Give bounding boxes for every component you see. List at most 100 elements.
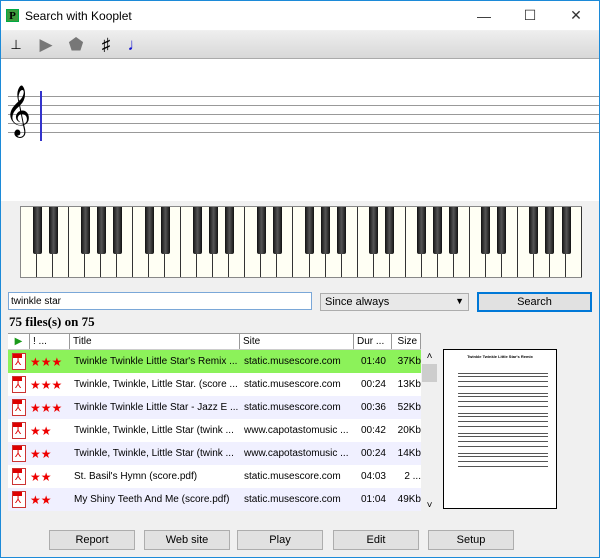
- sharp-icon[interactable]: ♯: [91, 32, 121, 58]
- column-duration[interactable]: Dur ...: [354, 333, 392, 349]
- results-scrollbar[interactable]: ˄ ˅: [422, 351, 437, 511]
- maximize-button[interactable]: ☐: [507, 1, 553, 30]
- black-key[interactable]: [561, 207, 571, 254]
- rating-stars: ★★: [30, 423, 52, 438]
- row-duration: 00:24: [360, 379, 386, 390]
- pdf-icon: [12, 399, 26, 416]
- results-count: 75 files(s) on 75: [9, 314, 95, 329]
- black-key[interactable]: [497, 207, 507, 254]
- row-title: St. Basil's Hymn (score.pdf): [74, 471, 198, 482]
- scroll-up-icon[interactable]: ˄: [422, 351, 437, 362]
- black-key[interactable]: [192, 207, 202, 254]
- scroll-down-icon[interactable]: ˅: [422, 500, 437, 511]
- app-icon: P: [6, 9, 19, 22]
- pdf-icon: [12, 445, 26, 462]
- black-key[interactable]: [321, 207, 331, 254]
- table-row[interactable]: ★★★ Twinkle, Twinkle, Little Star. (scor…: [8, 373, 421, 396]
- results-table: ▶ ! ... Title Site Dur ... Size ★★★ Twin…: [8, 333, 421, 511]
- black-key[interactable]: [80, 207, 90, 254]
- play-icon[interactable]: ▶: [31, 32, 61, 58]
- row-title: Twinkle, Twinkle, Little Star (twink ...: [74, 448, 234, 459]
- row-size: 13Kb: [397, 379, 421, 390]
- table-row[interactable]: ★★★ Twinkle Twinkle Little Star - Jazz E…: [8, 396, 421, 419]
- black-key[interactable]: [305, 207, 315, 254]
- black-key[interactable]: [337, 207, 347, 254]
- rating-stars: ★★★: [30, 400, 63, 415]
- black-key[interactable]: [144, 207, 154, 254]
- row-size: 14Kb: [397, 448, 421, 459]
- window-title: Search with Kooplet: [25, 8, 132, 23]
- column-size[interactable]: Size: [392, 333, 421, 349]
- column-site[interactable]: Site: [240, 333, 354, 349]
- row-title: My Shiny Teeth And Me (score.pdf): [74, 494, 230, 505]
- black-key[interactable]: [272, 207, 282, 254]
- black-key[interactable]: [224, 207, 234, 254]
- black-key[interactable]: [112, 207, 122, 254]
- black-key[interactable]: [545, 207, 555, 254]
- close-button[interactable]: ✕: [553, 1, 599, 30]
- black-key[interactable]: [369, 207, 379, 254]
- search-button[interactable]: Search: [477, 292, 592, 312]
- date-filter-value: Since always: [325, 296, 390, 308]
- row-duration: 01:04: [360, 494, 386, 505]
- black-key[interactable]: [433, 207, 443, 254]
- black-key[interactable]: [385, 207, 395, 254]
- staff-icon[interactable]: ⊥: [1, 32, 31, 58]
- row-site: static.musescore.com: [244, 471, 341, 482]
- table-row[interactable]: ★★ Twinkle, Twinkle, Little Star (twink …: [8, 419, 421, 442]
- row-size: 49Kb: [397, 494, 421, 505]
- column-title[interactable]: Title: [70, 333, 240, 349]
- black-key[interactable]: [449, 207, 459, 254]
- minimize-button[interactable]: —: [461, 1, 507, 30]
- cursor: [40, 91, 42, 141]
- black-key[interactable]: [208, 207, 218, 254]
- setup-button[interactable]: Setup: [428, 530, 514, 550]
- black-key[interactable]: [160, 207, 170, 254]
- table-row[interactable]: ★★★ Twinkle Twinkle Little Star's Remix …: [8, 350, 421, 373]
- black-key[interactable]: [32, 207, 42, 254]
- row-duration: 00:24: [360, 448, 386, 459]
- row-site: static.musescore.com: [244, 379, 341, 390]
- website-button[interactable]: Web site: [144, 530, 230, 550]
- treble-clef-icon: 𝄞: [5, 85, 32, 136]
- note-icon[interactable]: ♩: [121, 32, 151, 58]
- rating-stars: ★★★: [30, 377, 63, 392]
- pdf-icon: [12, 422, 26, 439]
- play-button[interactable]: Play: [237, 530, 323, 550]
- black-key[interactable]: [481, 207, 491, 254]
- rating-stars: ★★★: [30, 354, 63, 369]
- toolbar: ⊥ ▶ ⬟ ♯ ♩: [1, 31, 599, 59]
- column-rating[interactable]: ! ...: [30, 333, 70, 349]
- row-title: Twinkle, Twinkle, Little Star (twink ...: [74, 425, 234, 436]
- table-row[interactable]: ★★ My Shiny Teeth And Me (score.pdf) sta…: [8, 488, 421, 511]
- black-key[interactable]: [48, 207, 58, 254]
- title-bar: P Search with Kooplet — ☐ ✕: [1, 1, 599, 30]
- piano-keyboard[interactable]: [20, 206, 583, 278]
- black-key[interactable]: [529, 207, 539, 254]
- black-key[interactable]: [96, 207, 106, 254]
- stop-icon[interactable]: ⬟: [61, 32, 91, 58]
- date-filter-select[interactable]: Since always ▼: [320, 293, 469, 311]
- table-row[interactable]: ★★ Twinkle, Twinkle, Little Star (twink …: [8, 442, 421, 465]
- search-input[interactable]: [8, 292, 312, 310]
- staff-area[interactable]: 𝄞: [1, 59, 599, 201]
- play-column-icon[interactable]: ▶: [8, 333, 30, 349]
- row-size: 37Kb: [397, 356, 421, 367]
- row-size: 52Kb: [397, 402, 421, 413]
- table-row[interactable]: ★★ St. Basil's Hymn (score.pdf) static.m…: [8, 465, 421, 488]
- black-key[interactable]: [417, 207, 427, 254]
- edit-button[interactable]: Edit: [333, 530, 419, 550]
- row-title: Twinkle Twinkle Little Star - Jazz E ...: [74, 402, 239, 413]
- row-size: 2 ...: [404, 471, 421, 482]
- rating-stars: ★★: [30, 446, 52, 461]
- row-site: static.musescore.com: [244, 402, 341, 413]
- pdf-icon: [12, 491, 26, 508]
- row-site: static.musescore.com: [244, 356, 341, 367]
- row-site: www.capotastomusic ...: [244, 448, 349, 459]
- score-preview: Twinkle Twinkle Little Star's Remix: [443, 349, 557, 509]
- row-title: Twinkle Twinkle Little Star's Remix ...: [74, 356, 238, 367]
- row-duration: 00:36: [360, 402, 386, 413]
- black-key[interactable]: [256, 207, 266, 254]
- rating-stars: ★★: [30, 469, 52, 484]
- report-button[interactable]: Report: [49, 530, 135, 550]
